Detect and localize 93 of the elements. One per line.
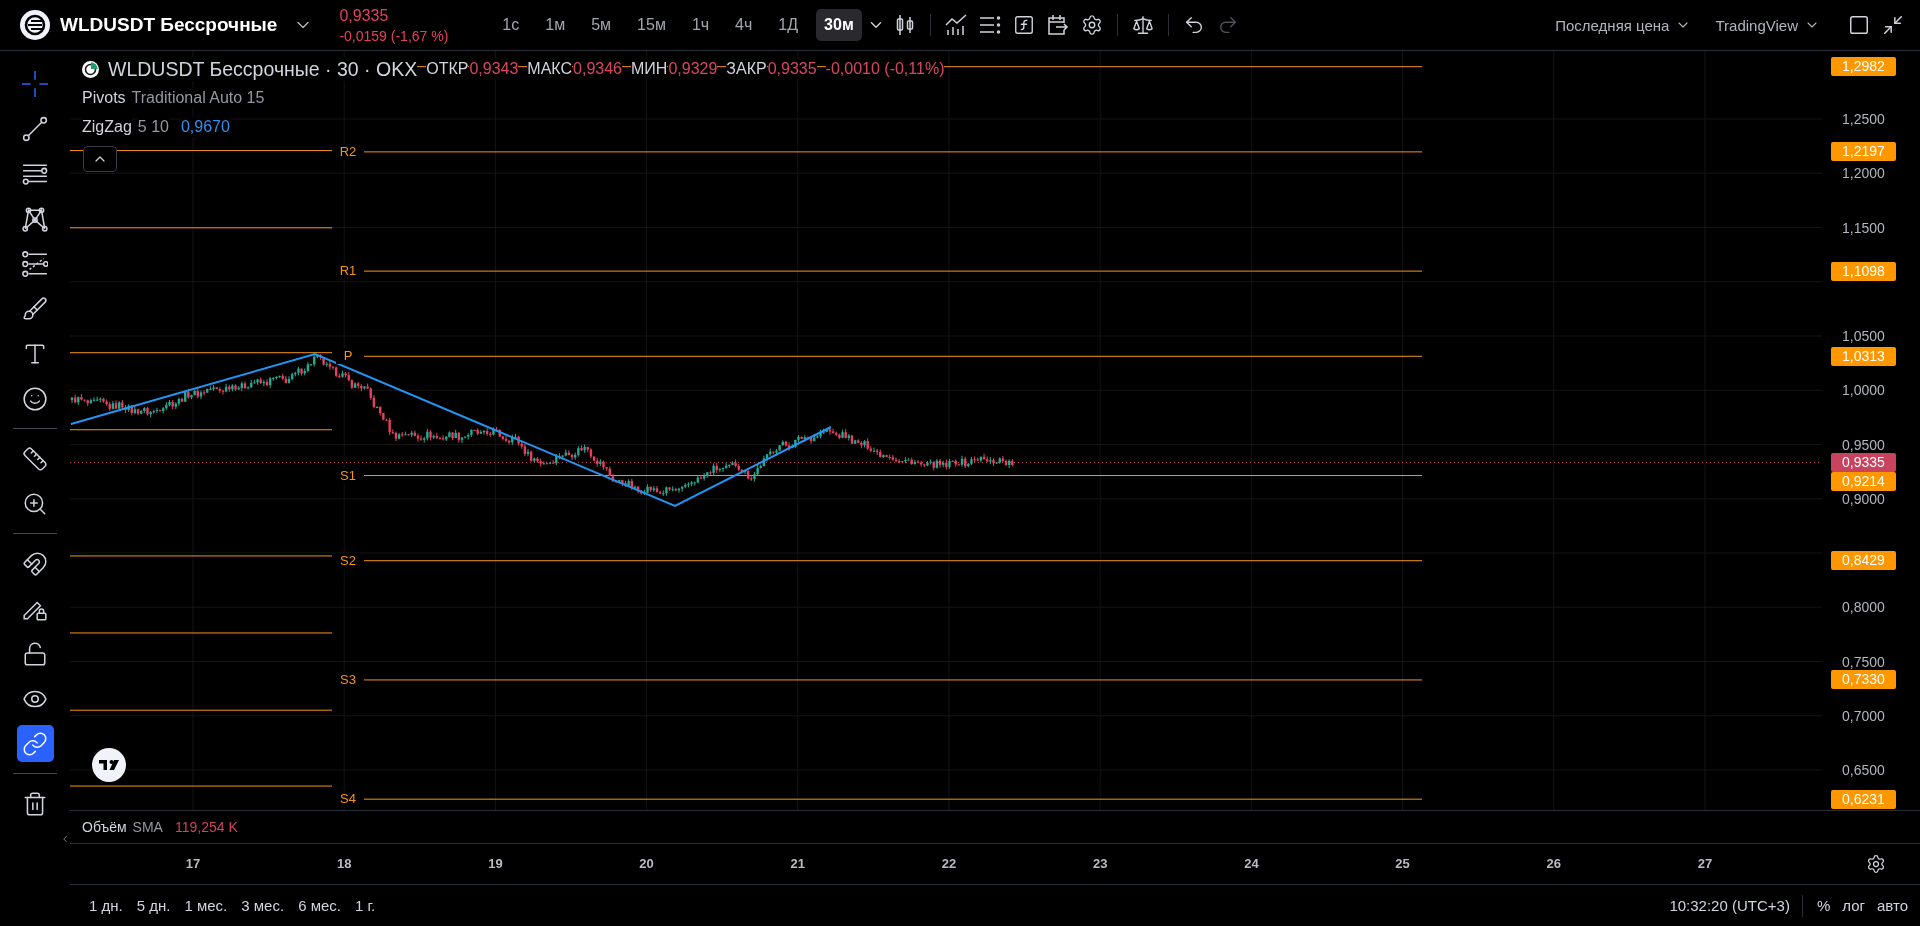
pivot-price-badge: 0,7330 — [1831, 670, 1896, 690]
smiley-icon — [22, 385, 48, 412]
scales-icon — [1131, 14, 1154, 36]
price-tick-label: 0,9000 — [1842, 490, 1885, 507]
range-button[interactable]: 5 дн. — [129, 893, 178, 918]
dropdown-button[interactable]: Последняя цена — [1547, 8, 1700, 42]
time-tick-label: 17 — [184, 856, 202, 872]
price-tick-label: 0,7000 — [1842, 707, 1885, 724]
price-tick-label: 0,9500 — [1842, 436, 1885, 453]
price-tick-label: 1,2000 — [1842, 165, 1885, 182]
trash-icon — [22, 790, 48, 817]
time-tick-label: 24 — [1243, 856, 1260, 872]
bar-change: -0,0010 (-0,11%) — [825, 59, 945, 79]
price-tick-label: 0,7500 — [1842, 653, 1885, 670]
range-button[interactable]: 1 мес. — [177, 893, 235, 918]
symbol-button[interactable]: WLDUSDT Бессрочные — [50, 6, 320, 44]
interval-button[interactable]: 1ч — [683, 9, 718, 41]
minimize-icon — [1882, 14, 1904, 36]
ruler-icon — [22, 445, 48, 472]
scale-option-button[interactable]: % — [1810, 893, 1837, 918]
pivot-price-badge: 1,2197 — [1831, 142, 1896, 162]
pivot-price-badge: 0,6231 — [1831, 789, 1896, 809]
time-tick-label: 20 — [638, 856, 655, 872]
ohlc-value: 0,9329 — [668, 59, 718, 79]
time-tick-label: 19 — [487, 856, 504, 872]
clock: 10:32:20 (UTC+3) — [1669, 897, 1790, 914]
brush-icon — [22, 295, 48, 322]
current-price-badge: 0,9335 — [1831, 452, 1896, 472]
link-button[interactable] — [16, 725, 54, 762]
interval-button[interactable]: 1Д — [770, 9, 807, 41]
calendar-arrow-icon — [1046, 14, 1069, 36]
ohlc-value: 0,9343 — [469, 59, 519, 79]
parallel-lines-icon — [22, 250, 48, 277]
pattern-icon — [22, 205, 48, 232]
interval-button[interactable]: 4ч — [727, 9, 761, 41]
indicator-value: 0,9670 — [180, 117, 230, 137]
time-tick-label: 22 — [940, 856, 958, 872]
time-tick-label: 25 — [1394, 856, 1411, 872]
square-icon — [1848, 14, 1870, 36]
price-change: -0,0159 (-1,67 %) — [339, 27, 449, 44]
settings-icon — [1080, 14, 1103, 36]
pivot-price-badge: 0,9214 — [1831, 471, 1896, 491]
price-tick-label: 1,2500 — [1842, 111, 1885, 127]
scale-option-button[interactable]: лог — [1836, 893, 1871, 918]
price-tick-label: 1,1500 — [1842, 219, 1885, 236]
trend-line-icon — [22, 115, 48, 142]
magnet-icon — [22, 550, 48, 577]
symbol-title: WLDUSDT Бессрочные · 30 · OKX — [108, 57, 418, 81]
time-tick-label: 21 — [789, 856, 807, 872]
pivot-price-badge: 1,1098 — [1831, 261, 1896, 281]
pivot-price-badge: 0,8429 — [1831, 551, 1896, 571]
lock-open-icon — [22, 640, 48, 667]
ohlc-value: 0,9346 — [573, 59, 622, 79]
price-tick-label: 0,8000 — [1842, 599, 1885, 616]
price-tick-label: 1,0000 — [1842, 382, 1885, 399]
time-tick-label: 23 — [1091, 856, 1109, 872]
ohlc-value: 0,9335 — [767, 59, 817, 79]
link-icon — [22, 730, 48, 757]
range-button[interactable]: 1 дн. — [82, 893, 130, 918]
range-button[interactable]: 3 мес. — [234, 893, 292, 918]
last-price: 0,9335 — [339, 6, 390, 25]
interval-button[interactable]: 5м — [583, 9, 620, 41]
crosshair-icon — [22, 70, 48, 97]
chevron-left-icon — [60, 833, 70, 845]
interval-button[interactable]: 30м — [816, 9, 862, 41]
indicator-value: 119,254 K — [174, 819, 238, 835]
coin-logo-icon — [20, 10, 50, 40]
ohlc-label: МИН — [631, 59, 668, 79]
chart-line-icon — [944, 14, 967, 36]
indicator-params: SMA — [132, 819, 163, 835]
range-button[interactable]: 6 мес. — [291, 893, 348, 918]
time-tick-label: 26 — [1545, 856, 1563, 872]
price-tick-label: 1,0500 — [1842, 328, 1885, 344]
interval-button[interactable]: 1с — [494, 9, 528, 41]
pivot-price-badge: 1,2982 — [1831, 57, 1896, 77]
interval-button[interactable]: 15м — [629, 9, 674, 41]
interval-button[interactable]: 1м — [537, 9, 574, 41]
time-tick-label: 27 — [1696, 856, 1714, 872]
indicator-params: Traditional Auto 15 — [131, 88, 265, 108]
time-tick-label: 18 — [335, 856, 353, 872]
price-tick-label: 0,6500 — [1842, 762, 1885, 778]
indicator-name: ZigZag — [82, 117, 132, 137]
scale-option-button[interactable]: авто — [1870, 893, 1914, 918]
function-square-icon — [1012, 14, 1035, 36]
dropdown-button[interactable]: TradingView — [1707, 8, 1828, 42]
list-icon — [978, 14, 1001, 36]
settings-icon — [1866, 854, 1886, 874]
indicator-name: Объём — [82, 819, 127, 835]
logo-icon — [92, 748, 126, 782]
range-button[interactable]: 1 г. — [347, 893, 383, 918]
coin-icon — [82, 60, 99, 78]
pivot-price-badge: 1,0313 — [1831, 346, 1896, 366]
collapse-legend-button[interactable] — [83, 146, 117, 172]
